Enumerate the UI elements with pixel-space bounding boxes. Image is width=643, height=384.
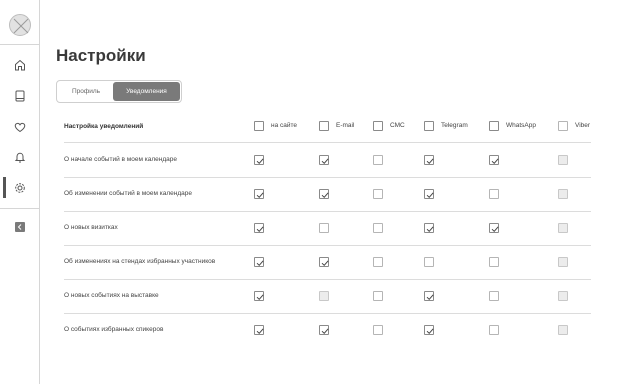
- avatar-placeholder-icon: [13, 18, 29, 34]
- notification-checkbox[interactable]: [424, 291, 434, 301]
- channel-label: Viber: [575, 122, 591, 129]
- book-icon[interactable]: [13, 89, 27, 103]
- notification-type-label: Об изменениях на стендах избранных участ…: [64, 258, 216, 265]
- notification-checkbox: [558, 257, 568, 267]
- notification-checkbox[interactable]: [489, 223, 499, 233]
- notification-checkbox[interactable]: [424, 325, 434, 335]
- notification-checkbox[interactable]: [424, 223, 434, 233]
- channel-toggle-checkbox[interactable]: [489, 121, 499, 131]
- bell-icon[interactable]: [13, 150, 27, 164]
- sidebar-active-indicator: [3, 177, 6, 198]
- channel-toggle-checkbox[interactable]: [424, 121, 434, 131]
- chevron-left-icon: [17, 224, 22, 230]
- notification-checkbox[interactable]: [373, 189, 383, 199]
- table-row: Об изменении событий в моем календаре: [64, 177, 591, 211]
- collapse-sidebar-button[interactable]: [15, 222, 25, 232]
- channel-label: E-mail: [336, 122, 355, 129]
- notification-checkbox[interactable]: [254, 223, 264, 233]
- table-header-label: Настройка уведомлений: [64, 123, 144, 130]
- notification-checkbox: [558, 189, 568, 199]
- notification-checkbox[interactable]: [424, 155, 434, 165]
- table-row: О начале событий в моем календаре: [64, 143, 591, 177]
- tab-profile[interactable]: Профиль: [59, 82, 113, 101]
- home-icon[interactable]: [13, 58, 27, 72]
- notification-checkbox: [558, 155, 568, 165]
- table-row: О новых визитках: [64, 211, 591, 245]
- notification-checkbox[interactable]: [373, 325, 383, 335]
- table-row: О новых событиях на выставке: [64, 279, 591, 313]
- channel-label: Telegram: [441, 122, 468, 129]
- notification-checkbox[interactable]: [254, 325, 264, 335]
- channel-label: на сайте: [271, 122, 298, 129]
- channel-label: WhatsApp: [506, 122, 536, 129]
- notification-checkbox: [319, 291, 329, 301]
- channel-label: СМС: [390, 122, 405, 129]
- notification-checkbox[interactable]: [489, 155, 499, 165]
- notification-checkbox[interactable]: [319, 189, 329, 199]
- notification-checkbox[interactable]: [373, 223, 383, 233]
- sidebar-divider: [0, 208, 40, 209]
- notification-checkbox[interactable]: [373, 257, 383, 267]
- notification-checkbox[interactable]: [254, 257, 264, 267]
- notification-checkbox[interactable]: [254, 155, 264, 165]
- notification-type-label: О начале событий в моем календаре: [64, 156, 177, 163]
- notification-checkbox[interactable]: [319, 155, 329, 165]
- channel-toggle-checkbox[interactable]: [558, 121, 568, 131]
- channel-toggle-checkbox[interactable]: [373, 121, 383, 131]
- notification-checkbox[interactable]: [489, 257, 499, 267]
- notification-checkbox[interactable]: [489, 189, 499, 199]
- table-row: Об изменениях на стендах избранных участ…: [64, 245, 591, 279]
- page-title: Настройки: [56, 46, 146, 65]
- gear-icon[interactable]: [13, 181, 27, 195]
- channel-toggle-checkbox[interactable]: [319, 121, 329, 131]
- table-header: Настройка уведомлений на сайте E-mail СМС T…: [64, 113, 591, 141]
- notification-checkbox[interactable]: [489, 325, 499, 335]
- table-row: О событиях избранных спикеров: [64, 313, 591, 347]
- notification-checkbox[interactable]: [319, 257, 329, 267]
- notification-type-label: О новых визитках: [64, 224, 118, 231]
- notification-checkbox[interactable]: [424, 257, 434, 267]
- notification-checkbox: [558, 325, 568, 335]
- notification-checkbox[interactable]: [319, 223, 329, 233]
- notification-checkbox[interactable]: [373, 155, 383, 165]
- avatar[interactable]: [9, 14, 31, 36]
- notification-checkbox: [558, 223, 568, 233]
- sidebar: [0, 0, 40, 384]
- channel-toggle-checkbox[interactable]: [254, 121, 264, 131]
- notification-checkbox[interactable]: [373, 291, 383, 301]
- notification-checkbox[interactable]: [489, 291, 499, 301]
- notification-checkbox[interactable]: [254, 189, 264, 199]
- sidebar-divider: [0, 44, 40, 45]
- notification-checkbox[interactable]: [424, 189, 434, 199]
- notification-type-label: Об изменении событий в моем календаре: [64, 190, 192, 197]
- notification-type-label: О новых событиях на выставке: [64, 292, 159, 299]
- tab-notifications[interactable]: Уведомления: [113, 82, 180, 101]
- tabs: Профиль Уведомления: [56, 80, 182, 103]
- notification-checkbox: [558, 291, 568, 301]
- notification-checkbox[interactable]: [319, 325, 329, 335]
- notification-checkbox[interactable]: [254, 291, 264, 301]
- heart-icon[interactable]: [13, 120, 27, 134]
- notification-type-label: О событиях избранных спикеров: [64, 326, 164, 333]
